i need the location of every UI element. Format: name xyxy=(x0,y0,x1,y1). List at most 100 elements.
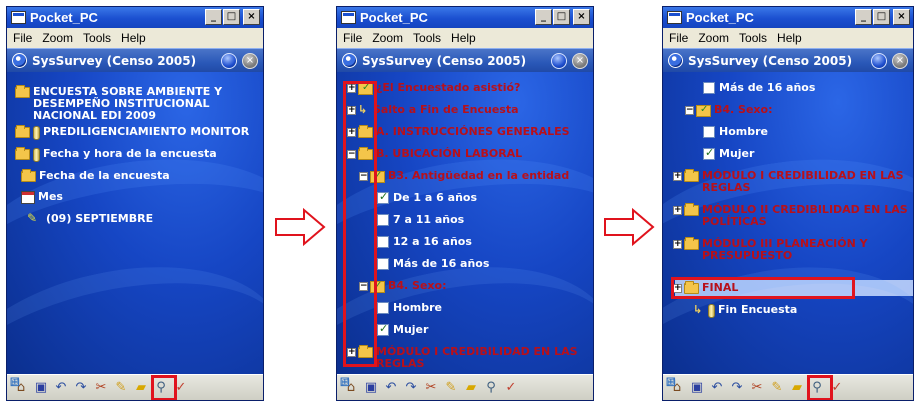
menu-help[interactable]: Help xyxy=(121,31,146,45)
tree-item-final[interactable]: + FINAL xyxy=(673,281,738,294)
tree-item[interactable]: ENCUESTA SOBRE AMBIENTE Y DESEMPEÑO INST… xyxy=(15,85,222,122)
menu-file[interactable]: File xyxy=(13,31,32,45)
minimize-button[interactable]: _ xyxy=(205,9,222,25)
app-close-button[interactable]: × xyxy=(572,53,588,69)
structure-icon[interactable]: ⊞ xyxy=(663,375,679,391)
undo-icon[interactable]: ↶ xyxy=(383,380,399,396)
redo-icon[interactable]: ↷ xyxy=(73,380,89,396)
open-folder-icon[interactable]: ▰ xyxy=(463,380,479,396)
minimize-button[interactable]: _ xyxy=(535,9,552,25)
checkbox-icon[interactable] xyxy=(377,214,389,226)
ok-button[interactable] xyxy=(871,53,887,69)
cut-icon[interactable]: ✂ xyxy=(749,380,765,396)
save-icon[interactable]: ▣ xyxy=(363,380,379,396)
checkbox-icon[interactable] xyxy=(377,258,389,270)
collapse-icon[interactable]: − xyxy=(347,150,356,159)
save-icon[interactable]: ▣ xyxy=(33,380,49,396)
app-close-button[interactable]: × xyxy=(242,53,258,69)
menu-help[interactable]: Help xyxy=(451,31,476,45)
save-icon[interactable]: ▣ xyxy=(689,380,705,396)
check-icon[interactable]: ✓ xyxy=(173,380,189,396)
answer-option[interactable]: 7 a 11 años xyxy=(377,214,464,226)
answer-option[interactable]: Más de 16 años xyxy=(703,82,815,94)
cut-icon[interactable]: ✂ xyxy=(93,380,109,396)
cut-icon[interactable]: ✂ xyxy=(423,380,439,396)
menu-tools[interactable]: Tools xyxy=(739,31,767,45)
expand-icon[interactable]: + xyxy=(673,284,682,293)
tree-item[interactable]: Fecha y hora de la encuesta xyxy=(15,147,217,162)
tree-item[interactable]: + ↳ Salto a Fin de Encuesta xyxy=(347,104,519,116)
structure-icon[interactable]: ⊞ xyxy=(337,375,353,391)
tree-item[interactable]: ↳ Fin Encuesta xyxy=(693,304,797,318)
tree-item[interactable]: ✎ (09) SEPTIEMBRE xyxy=(27,212,153,225)
expand-icon[interactable]: + xyxy=(673,172,682,181)
menu-zoom[interactable]: Zoom xyxy=(698,31,729,45)
tree-item[interactable]: + MÓDULO III PLANEACIÓN Y PRESUPUESTO xyxy=(673,237,868,262)
ok-button[interactable] xyxy=(551,53,567,69)
tree-item[interactable]: − B4. Sexo: xyxy=(359,280,446,293)
expand-icon[interactable]: + xyxy=(673,206,682,215)
maximize-button[interactable]: □ xyxy=(223,9,240,25)
redo-icon[interactable]: ↷ xyxy=(403,380,419,396)
menu-file[interactable]: File xyxy=(343,31,362,45)
search-icon[interactable]: ⚲ xyxy=(809,380,825,396)
expand-icon[interactable]: + xyxy=(347,106,356,115)
tree-item[interactable]: − B3. Antigüedad en la entidad xyxy=(359,170,569,183)
check-icon[interactable]: ✓ xyxy=(503,380,519,396)
search-icon[interactable]: ⚲ xyxy=(483,380,499,396)
checkbox-icon[interactable] xyxy=(377,236,389,248)
expand-icon[interactable]: + xyxy=(347,128,356,137)
answer-option[interactable]: 12 a 16 años xyxy=(377,236,472,248)
ok-button[interactable] xyxy=(221,53,237,69)
minimize-button[interactable]: _ xyxy=(855,9,872,25)
close-button[interactable]: × xyxy=(573,9,590,25)
undo-icon[interactable]: ↶ xyxy=(709,380,725,396)
checkbox-checked-icon[interactable] xyxy=(377,323,389,336)
tree-item[interactable]: PREDILIGENCIAMIENTO MONITOR xyxy=(15,125,249,140)
close-button[interactable]: × xyxy=(243,9,260,25)
menu-file[interactable]: File xyxy=(669,31,688,45)
answer-option[interactable]: Hombre xyxy=(377,302,442,314)
pencil-icon[interactable]: ✎ xyxy=(443,380,459,396)
expand-icon[interactable]: + xyxy=(347,84,356,93)
answer-option[interactable]: Más de 16 años xyxy=(377,258,489,270)
checkbox-checked-icon[interactable] xyxy=(377,191,389,204)
answer-option[interactable]: Hombre xyxy=(703,126,768,138)
menu-tools[interactable]: Tools xyxy=(83,31,111,45)
tree-item[interactable]: Mes xyxy=(21,191,63,204)
maximize-button[interactable]: □ xyxy=(553,9,570,25)
redo-icon[interactable]: ↷ xyxy=(729,380,745,396)
tree-item[interactable]: Fecha de la encuesta xyxy=(21,169,170,182)
check-icon[interactable]: ✓ xyxy=(829,380,845,396)
app-close-button[interactable]: × xyxy=(892,53,908,69)
expand-icon[interactable]: + xyxy=(673,240,682,249)
tree-item[interactable]: + MÓDULO I CREDIBILIDAD EN LAS REGLAS xyxy=(347,345,578,370)
tree-item[interactable]: − B. UBICACIÓN LABORAL xyxy=(347,147,522,160)
expand-icon[interactable]: + xyxy=(347,348,356,357)
menu-tools[interactable]: Tools xyxy=(413,31,441,45)
collapse-icon[interactable]: − xyxy=(359,282,368,291)
tree-item[interactable]: − B4. Sexo: xyxy=(685,104,772,117)
open-folder-icon[interactable]: ▰ xyxy=(133,380,149,396)
answer-option[interactable]: Mujer xyxy=(377,323,428,336)
search-icon[interactable]: ⚲ xyxy=(153,380,169,396)
answer-option[interactable]: Mujer xyxy=(703,147,754,160)
checkbox-icon[interactable] xyxy=(703,126,715,138)
menu-zoom[interactable]: Zoom xyxy=(372,31,403,45)
collapse-icon[interactable]: − xyxy=(359,172,368,181)
maximize-button[interactable]: □ xyxy=(873,9,890,25)
tree-item[interactable]: + ¿El Encuestado asistió? xyxy=(347,82,520,95)
pencil-icon[interactable]: ✎ xyxy=(769,380,785,396)
undo-icon[interactable]: ↶ xyxy=(53,380,69,396)
tree-item[interactable]: + MÓDULO II CREDIBILIDAD EN LAS POLÍTICA… xyxy=(673,203,908,228)
menu-help[interactable]: Help xyxy=(777,31,802,45)
checkbox-icon[interactable] xyxy=(377,302,389,314)
open-folder-icon[interactable]: ▰ xyxy=(789,380,805,396)
checkbox-checked-icon[interactable] xyxy=(703,147,715,160)
answer-option[interactable]: De 1 a 6 años xyxy=(377,191,477,204)
tree-item[interactable]: + A. INSTRUCCIÓNES GENERALES xyxy=(347,125,570,138)
structure-icon[interactable]: ⊞ xyxy=(7,375,23,391)
checkbox-icon[interactable] xyxy=(703,82,715,94)
close-button[interactable]: × xyxy=(893,9,910,25)
menu-zoom[interactable]: Zoom xyxy=(42,31,73,45)
